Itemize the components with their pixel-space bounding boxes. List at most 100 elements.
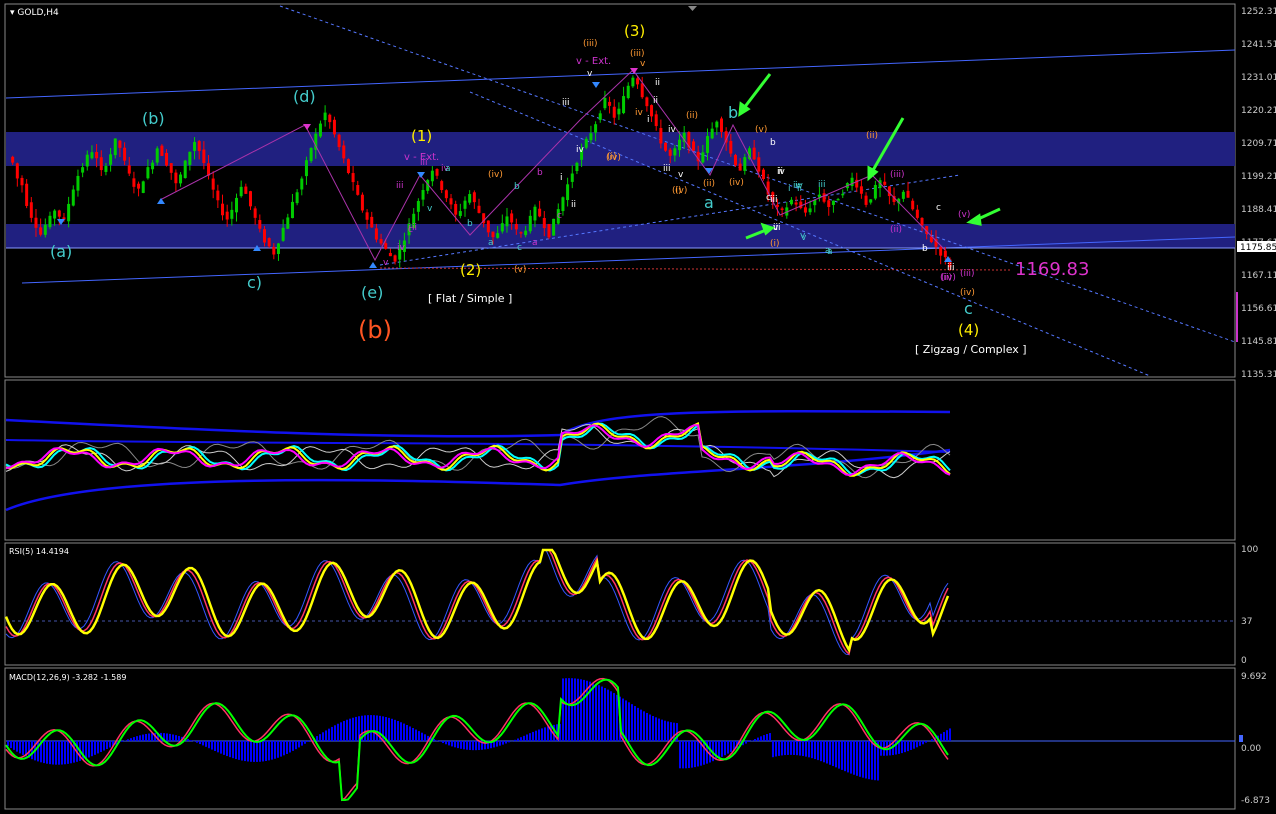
candle-body [943,250,947,258]
candle-body [137,183,141,189]
candle-body [566,184,570,201]
candle-body [719,118,723,132]
candle-body [738,163,742,171]
candle-body [864,195,868,205]
wave-label-e: (e) [361,283,383,302]
candle-body [575,162,579,172]
wave-label-c: c) [247,273,262,292]
small-wave-label: ii [653,96,658,106]
price-panel-frame [4,3,1236,378]
candle-body [211,178,215,190]
candle-body [188,151,192,165]
small-wave-label: iv [668,125,677,135]
candle-body [468,194,472,203]
candle-body [836,199,840,201]
price-tick: 1199.21 [1241,172,1276,182]
candle-body [235,197,239,213]
candle-body [692,141,696,151]
price-tick: 1209.71 [1241,139,1276,149]
small-wave-label: iii [947,263,955,273]
candle-body [752,147,756,160]
wave-label-1: (1) [411,127,432,145]
candle-body [505,216,509,227]
candle-body [883,181,887,185]
candle-body [617,108,621,115]
candle-body [328,114,332,123]
candle-body [388,252,392,257]
candle-body [533,206,537,221]
chart-canvas[interactable]: 1252.31 1241.51 1231.01 1220.21 1209.71 … [0,0,1276,814]
candle-body [197,141,201,152]
candle-body [491,231,495,238]
candle-body [81,167,85,173]
candle-body [272,246,276,255]
small-wave-label: c [766,193,771,203]
price-tick: 1145.81 [1241,337,1276,347]
candle-body [141,181,145,193]
small-wave-label: c [517,243,522,253]
candle-body [794,202,798,205]
candle-body [20,177,24,186]
small-wave-label: (i) [770,239,780,249]
small-wave-label: (ii) [703,179,715,189]
candle-body [780,208,784,210]
pattern-label-zigzag: [ Zigzag / Complex ] [915,343,1027,356]
candle-body [729,140,733,154]
pattern-label-flat: [ Flat / Simple ] [428,292,512,305]
candle-body [290,201,294,219]
candle-body [370,216,374,228]
macd-indicator [5,677,951,802]
candle-body [598,113,602,120]
candle-body [608,101,612,106]
small-wave-label: v [587,69,593,79]
candle-body [808,208,812,213]
price-scale: 1252.31 1241.51 1231.01 1220.21 1209.71 … [1236,7,1276,380]
small-wave-label: v [640,59,646,69]
candle-body [76,175,80,191]
candle-body [95,152,99,159]
candle-body [542,218,546,229]
candle-body [831,200,835,205]
candle-body [85,154,89,167]
small-wave-label: (iii) [630,49,645,59]
rsi-panel-frame [4,542,1236,666]
wave-label-ext-2: v - Ext. [576,56,611,67]
candle-body [822,193,826,202]
candle-body [43,224,47,235]
candle-body [743,157,747,171]
rsi-tick: 37 [1241,617,1252,627]
small-wave-label: i [560,173,563,183]
scroll-marker-icon[interactable] [688,6,697,11]
wave-label-2: (2) [460,261,481,279]
candle-body [650,105,654,117]
current-price-label: 1175.85 [1240,243,1276,253]
small-wave-label: b [922,244,928,254]
candle-body [421,190,425,200]
candle-body [622,96,626,114]
candle-body [911,200,915,210]
candle-body [472,192,476,203]
upper-channel-line[interactable] [5,49,1236,99]
small-wave-label: iii [562,98,570,108]
small-wave-label: (ii) [686,111,698,121]
small-wave-label: c [408,225,413,235]
candle-body [477,205,481,213]
candle-body [547,224,551,238]
small-wave-label: (iii) [583,39,598,49]
candle-body [132,178,136,187]
candle-body [253,208,257,218]
arrow-down-icon [157,198,165,204]
candle-body [123,147,127,161]
candle-body [332,119,336,135]
candle-body [146,167,150,179]
candle-body [561,197,565,212]
wave-label-a: (a) [50,242,72,261]
candle-body [286,217,290,229]
candle-body [715,121,719,128]
small-wave-label: (iv) [488,170,503,180]
candle-body [379,239,383,244]
candle-body [360,194,364,211]
candle-body [757,157,761,172]
candle-body [850,177,854,187]
small-wave-label: v [383,258,389,268]
